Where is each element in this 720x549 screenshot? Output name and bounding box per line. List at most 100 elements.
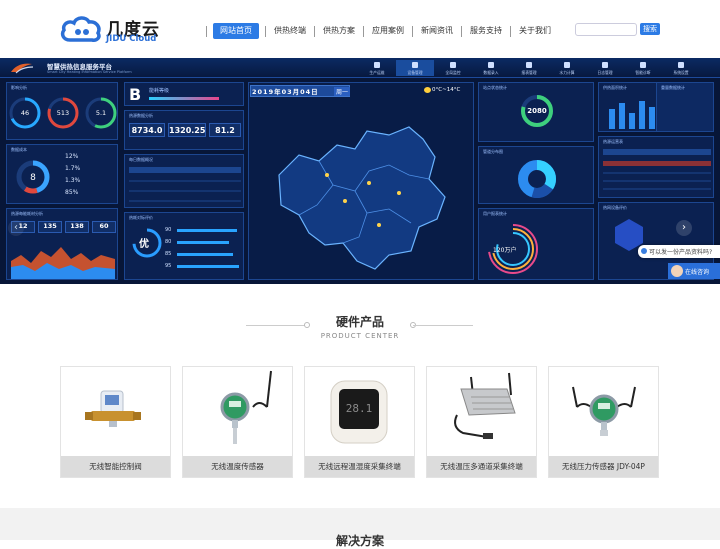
- product-card[interactable]: 无线智能控制阀: [60, 366, 171, 478]
- site-header: 几度云 JIDU Cloud 网站首页 供热终端 供热方案 应用案例 新闻资讯 …: [0, 0, 720, 58]
- dashboard-weekday: 周一: [334, 87, 351, 96]
- online-consult-label: 在线咨询: [685, 269, 710, 276]
- dashboard-menu-item: 智能诊断: [624, 60, 662, 76]
- nav-divider: [510, 25, 511, 37]
- nav-item-support[interactable]: 服务支持: [468, 23, 504, 39]
- cost-pct: 12%: [65, 153, 79, 160]
- panel-title: 热源数据分析: [129, 113, 153, 118]
- dashboard-menu-item: 全局监控: [434, 60, 472, 76]
- panel-title: 用户报表统计: [483, 211, 507, 216]
- cost-pct: 85%: [65, 189, 79, 196]
- products-section-title: 硬件产品: [335, 315, 384, 329]
- site-logo[interactable]: 几度云 JIDU Cloud: [60, 14, 160, 44]
- stat-box: 81.2: [209, 123, 241, 137]
- search-button[interactable]: 搜索: [640, 23, 660, 35]
- stat-box: 138: [65, 221, 89, 233]
- eval-bar-value: 80: [165, 239, 172, 245]
- ops-table-lines: [603, 149, 711, 190]
- panel-title: 能耗等级: [149, 88, 170, 94]
- stat-box: 8734.0: [129, 123, 165, 137]
- heat-consumption-eval-panel: 热耗对标评价 优 90 80 85 95: [124, 212, 244, 280]
- user-report-panel: 用户报表统计 120万户: [478, 208, 594, 280]
- eval-bar: [177, 253, 233, 256]
- chat-icon: [641, 248, 647, 254]
- nav-divider: [363, 25, 364, 37]
- support-avatar: [671, 265, 683, 277]
- impact-analysis-panel: 影响分析 46 513 5.1: [6, 82, 118, 140]
- svg-text:28.1: 28.1: [346, 402, 373, 415]
- pipe-pie-chart: [518, 160, 556, 198]
- online-consult-button[interactable]: 在线咨询: [668, 263, 720, 279]
- energy-area-chart: [11, 247, 115, 279]
- eval-bar: [177, 241, 229, 244]
- map-panel: [248, 82, 474, 280]
- dashboard-menu: 生产运维 设备管理 全局监控 数据录入 报表管理 水力计算 日志管理 智能诊断 …: [358, 60, 700, 76]
- nav-item-news[interactable]: 新闻资讯: [419, 23, 455, 39]
- platform-subtitle: Smart City Heating Information Service P…: [47, 70, 132, 74]
- humidity-terminal-icon: 28.1: [330, 380, 388, 444]
- hero-banner[interactable]: 智慧供热信息服务平台 Smart City Heating Informatio…: [0, 58, 720, 284]
- nav-divider: [265, 25, 266, 37]
- nav-item-home[interactable]: 网站首页: [213, 23, 259, 39]
- gauge-value: 46: [20, 109, 30, 117]
- multichannel-terminal-icon: [454, 372, 516, 439]
- nav-divider: [412, 25, 413, 37]
- eval-bar-value: 90: [165, 227, 172, 233]
- station-status-panel: 站点状态统计 2080: [478, 82, 594, 142]
- eval-bar-value: 85: [165, 251, 172, 257]
- pipe-distribution-panel: 管道分布图: [478, 146, 594, 204]
- panel-title: 影响分析: [11, 85, 27, 90]
- nav-item-about[interactable]: 关于我们: [517, 23, 553, 39]
- weight-data-panel: 重量数据统计: [656, 82, 714, 132]
- heat-source-ops-panel: 热源运营表: [598, 136, 714, 198]
- gauge-value: 513: [56, 109, 70, 117]
- gauge-value: 5.1: [95, 109, 107, 117]
- daily-overview-panel: 每日数据概况: [124, 154, 244, 208]
- product-name: 无线温度传感器: [183, 456, 292, 477]
- stat-box: 60: [92, 221, 116, 233]
- heat-source-energy-panel: 热源每能耗材分析 12 135 138 60: [6, 208, 118, 280]
- eval-grade: 优: [139, 239, 149, 250]
- valve-icon: [85, 390, 141, 427]
- nav-item-heating-solutions[interactable]: 供热方案: [321, 23, 357, 39]
- grade-progress-bar: [149, 97, 219, 100]
- product-name: 无线压力传感器 JDY-04P: [549, 456, 658, 477]
- banner-prev-arrow-icon[interactable]: ‹: [8, 220, 24, 236]
- product-name: 无线远程温湿度采集终端: [305, 456, 414, 477]
- eval-bar-value: 95: [165, 263, 172, 269]
- panel-title: 数据成本: [11, 147, 27, 152]
- panel-title: 热网设备评价: [603, 205, 627, 210]
- energy-grade-panel: B 能耗等级: [124, 82, 244, 106]
- weather-icon: [424, 87, 431, 93]
- dashboard-menu-item: 报表管理: [510, 60, 548, 76]
- cost-center-value: 8: [30, 173, 36, 183]
- panel-title: 热源每能耗材分析: [11, 211, 43, 216]
- daily-table-lines: [129, 167, 241, 202]
- pressure-sensor-icon: [572, 386, 636, 436]
- chat-bubble-text: 可以发一份产品资料吗?: [649, 249, 713, 256]
- product-name: 无线温压多通道采集终端: [427, 456, 536, 477]
- dashboard-menu-item: 数据录入: [472, 60, 510, 76]
- panel-title: 供热面积统计: [603, 85, 627, 90]
- nav-divider: [206, 25, 207, 37]
- nav-item-heating-terminals[interactable]: 供热终端: [272, 23, 308, 39]
- dashboard-topbar: 智慧供热信息服务平台 Smart City Heating Informatio…: [0, 58, 720, 78]
- product-card[interactable]: 无线温压多通道采集终端: [426, 366, 537, 478]
- product-card[interactable]: 28.1 无线远程温湿度采集终端: [304, 366, 415, 478]
- product-list: 无线智能控制阀 无线温度传感器 28.1 无线远程温湿度采集终端 无线温压多通道…: [60, 366, 660, 478]
- logo-english-name: JIDU Cloud: [106, 34, 157, 44]
- weather-range: 0°C~14°C: [432, 87, 461, 93]
- nav-item-cases[interactable]: 应用案例: [370, 23, 406, 39]
- product-card[interactable]: 无线压力传感器 JDY-04P: [548, 366, 659, 478]
- banner-next-arrow-icon[interactable]: ›: [676, 220, 692, 236]
- dashboard-menu-item: 系统设置: [662, 60, 700, 76]
- heat-source-data-panel: 热源数据分析 8734.0 1320.25 81.2: [124, 110, 244, 150]
- product-card[interactable]: 无线温度传感器: [182, 366, 293, 478]
- station-total: 2080: [527, 107, 547, 115]
- cloud-logo-icon: [60, 16, 101, 42]
- chat-bubble[interactable]: 可以发一份产品资料吗?: [638, 245, 720, 258]
- data-cost-panel: 数据成本 8 12% 1.7% 1.3% 85%: [6, 144, 118, 204]
- dashboard-menu-item: 生产运维: [358, 60, 396, 76]
- search-input[interactable]: [575, 23, 637, 36]
- region-map: [278, 126, 446, 270]
